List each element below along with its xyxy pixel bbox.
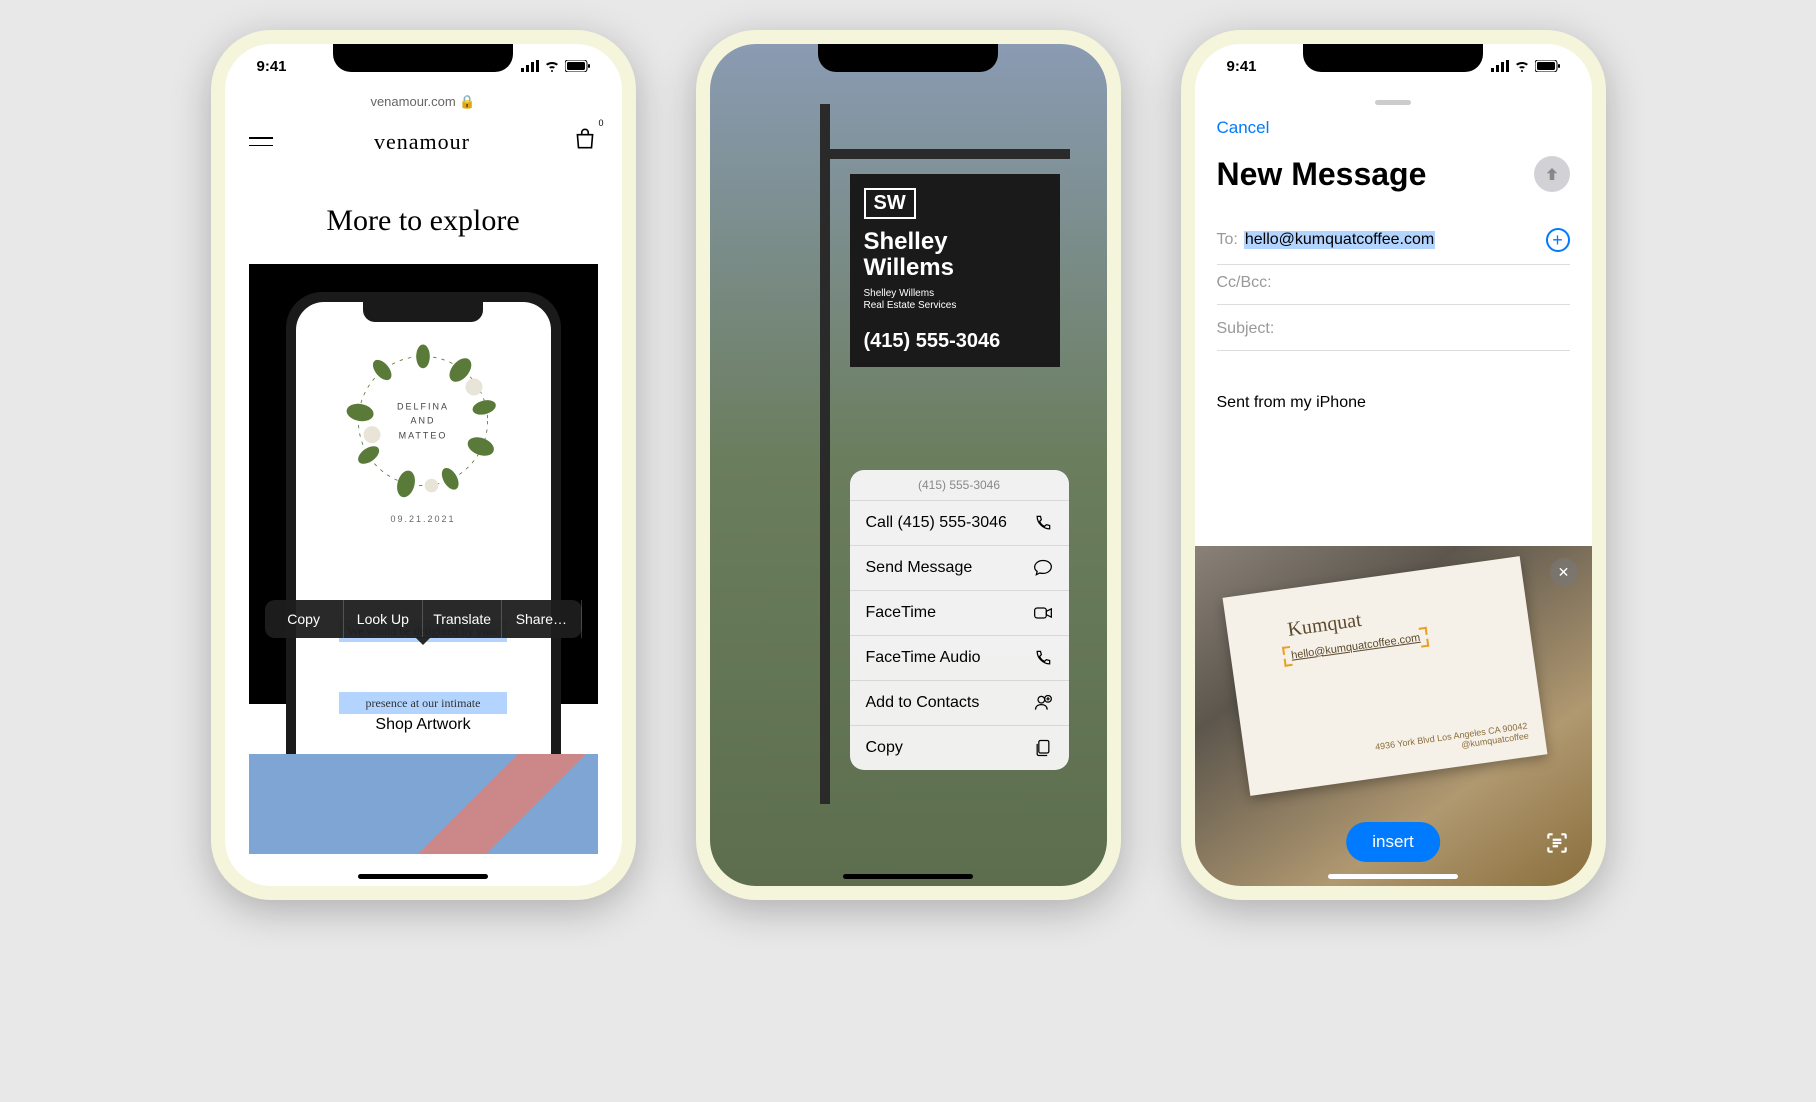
compose-title: New Message (1217, 156, 1427, 193)
copy-action[interactable]: Copy (265, 600, 344, 638)
phone-mockup-safari: 9:41 venamour.com 🔒 venamour 0 More to e… (211, 30, 636, 900)
copy-icon (1033, 738, 1053, 758)
wreath-illustration: DELFINA AND MATTEO (338, 336, 508, 506)
lock-icon: 🔒 (459, 94, 475, 109)
subject-field[interactable]: Subject: (1217, 308, 1570, 351)
wifi-icon (1514, 60, 1530, 72)
menu-icon[interactable] (249, 137, 273, 146)
send-message-action[interactable]: Send Message (850, 546, 1069, 591)
battery-icon (1535, 60, 1560, 72)
message-icon (1033, 558, 1053, 578)
page-headline: More to explore (225, 204, 622, 238)
business-card: Kumquat hello@kumquatcoffee.com 4936 Yor… (1222, 556, 1547, 796)
real-estate-sign: SW ShelleyWillems Shelley WillemsReal Es… (850, 174, 1060, 367)
phone-mockup-camera: SW ShelleyWillems Shelley WillemsReal Es… (696, 30, 1121, 900)
phone-context-menu: (415) 555-3046 Call (415) 555-3046 Send … (850, 470, 1069, 770)
live-text-preview: ✕ Kumquat hello@kumquatcoffee.com 4936 Y… (1195, 546, 1592, 886)
add-recipient-button[interactable]: + (1546, 228, 1570, 252)
status-icons (521, 60, 590, 72)
phone-mockup-mail: 9:41 Cancel New Message To: hello@kumqua… (1181, 30, 1606, 900)
status-icons (1491, 60, 1560, 72)
selected-text-line[interactable]: presence at our intimate (339, 692, 507, 714)
cancel-button[interactable]: Cancel (1217, 118, 1270, 138)
call-action[interactable]: Call (415) 555-3046 (850, 501, 1069, 546)
status-time: 9:41 (257, 58, 287, 75)
copy-action[interactable]: Copy (850, 726, 1069, 770)
menu-title: (415) 555-3046 (850, 470, 1069, 501)
insert-button[interactable]: insert (1346, 822, 1440, 862)
ccbcc-field[interactable]: Cc/Bcc: (1217, 262, 1570, 305)
facetime-action[interactable]: FaceTime (850, 591, 1069, 636)
cart-button[interactable]: 0 (572, 126, 598, 157)
detected-phone-number[interactable]: (415) 555-3046 (864, 330, 1046, 353)
url-bar[interactable]: venamour.com 🔒 (225, 94, 622, 110)
to-value[interactable]: hello@kumquatcoffee.com (1244, 231, 1435, 249)
arrow-up-icon (1543, 165, 1561, 183)
live-text-icon[interactable] (1542, 828, 1572, 858)
status-time: 9:41 (1227, 58, 1257, 75)
product-image[interactable] (249, 754, 598, 854)
contact-add-icon (1033, 693, 1053, 713)
add-to-contacts-action[interactable]: Add to Contacts (850, 681, 1069, 726)
site-logo[interactable]: venamour (374, 129, 470, 155)
email-body[interactable]: Sent from my iPhone (1217, 394, 1366, 412)
text-selection-menu: Copy Look Up Translate Share… (265, 600, 582, 638)
sheet-grabber[interactable] (1375, 100, 1411, 105)
cellular-icon (521, 60, 539, 72)
phone-icon (1033, 648, 1053, 668)
share-action[interactable]: Share… (502, 600, 581, 638)
facetime-audio-action[interactable]: FaceTime Audio (850, 636, 1069, 681)
wifi-icon (544, 60, 560, 72)
notch (1303, 44, 1483, 72)
lookup-action[interactable]: Look Up (344, 600, 423, 638)
close-button[interactable]: ✕ (1550, 558, 1578, 586)
invite-date: 09.21.2021 (390, 514, 455, 524)
cellular-icon (1491, 60, 1509, 72)
home-indicator[interactable] (358, 874, 488, 879)
home-indicator[interactable] (1328, 874, 1458, 879)
battery-icon (565, 60, 590, 72)
notch (818, 44, 998, 72)
cart-count: 0 (598, 118, 603, 128)
send-button[interactable] (1534, 156, 1570, 192)
translate-action[interactable]: Translate (423, 600, 502, 638)
to-field[interactable]: To: hello@kumquatcoffee.com + (1217, 216, 1570, 265)
home-indicator[interactable] (843, 874, 973, 879)
notch (333, 44, 513, 72)
video-icon (1033, 603, 1053, 623)
phone-icon (1033, 513, 1053, 533)
shop-artwork-link[interactable]: Shop Artwork (225, 716, 622, 734)
